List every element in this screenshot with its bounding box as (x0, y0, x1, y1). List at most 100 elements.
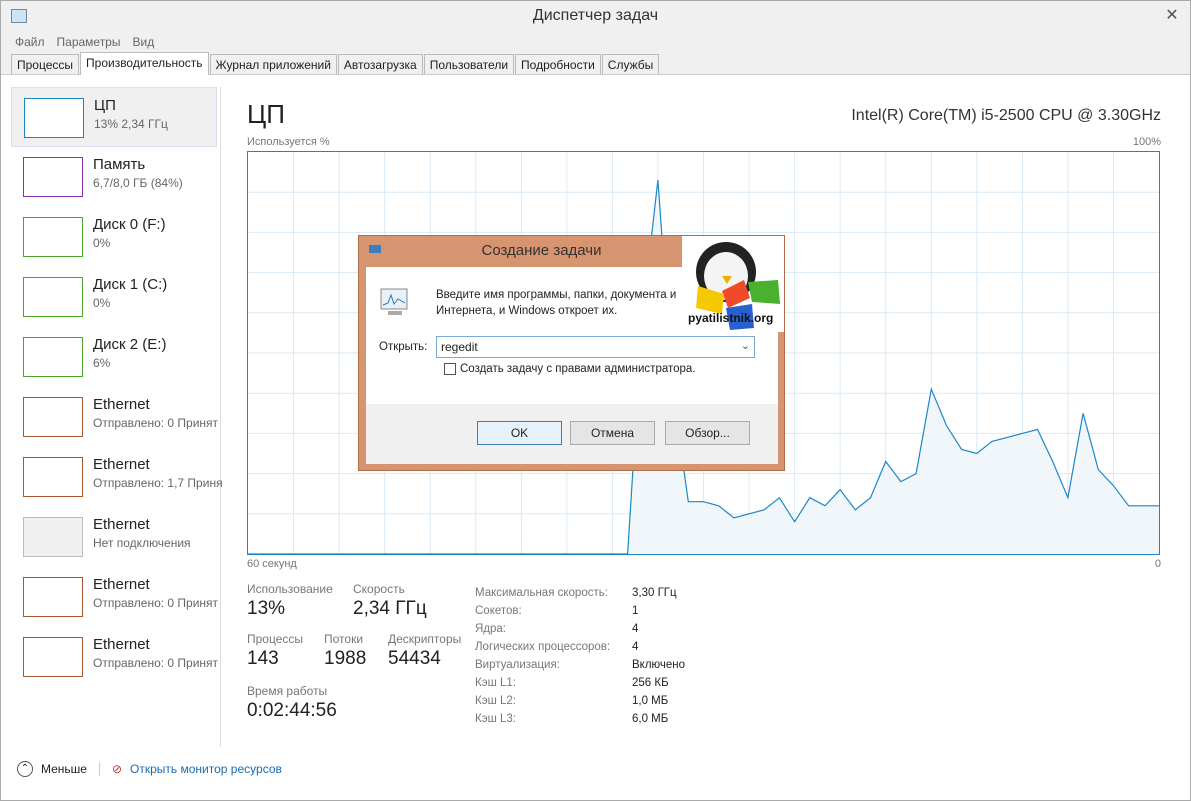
spec-value: 3,30 ГГц (632, 587, 677, 599)
spec-row: Сокетов: 1 (475, 602, 685, 620)
sidebar-item[interactable]: Ethernet Нет подключения (11, 507, 220, 567)
sidebar-item-name: Ethernet (93, 396, 150, 413)
sidebar-item[interactable]: Ethernet Отправлено: 0 Принят (11, 387, 220, 447)
spec-key: Кэш L1: (475, 677, 516, 689)
sidebar-item-name: Диск 1 (C:) (93, 276, 168, 293)
spec-row: Логических процессоров: 4 (475, 638, 685, 656)
threads-value: 1988 (324, 648, 367, 669)
menu-bar: Файл Параметры Вид (1, 33, 1190, 53)
open-combobox[interactable]: regedit ⌄ (436, 336, 755, 358)
spec-value: 256 КБ (632, 677, 669, 689)
y-axis-label: Используется % (247, 136, 330, 148)
sidebar-item-detail: 6,7/8,0 ГБ (84%) (93, 176, 183, 190)
speed-label: Скорость (353, 582, 405, 596)
spec-key: Сокетов: (475, 605, 522, 617)
sidebar-item[interactable]: Диск 1 (C:) 0% (11, 267, 220, 327)
sidebar-item-detail: Отправлено: 1,7 Приня (93, 476, 223, 490)
open-label: Открыть: (379, 341, 428, 353)
chevron-up-icon[interactable]: ⌃ (17, 761, 33, 777)
spec-key: Виртуализация: (475, 659, 560, 671)
sidebar-item-detail: 6% (93, 356, 111, 370)
specs-list: Максимальная скорость: 3,30 ГГц Сокетов: 1 Я… (475, 584, 685, 728)
sidebar-item-name: Ethernet (93, 516, 150, 533)
spec-key: Максимальная скорость: (475, 587, 608, 599)
spec-value: 1 (632, 605, 639, 617)
sidebar-item-name: Ethernet (93, 576, 150, 593)
x-right-label: 0 (1154, 558, 1161, 570)
spec-value: 4 (632, 623, 639, 635)
open-resource-monitor-link[interactable]: Открыть монитор ресурсов (130, 762, 282, 776)
title-bar: Диспетчер задач ✕ (1, 1, 1190, 33)
spec-value: Включено (632, 659, 686, 671)
tab-6[interactable]: Службы (601, 54, 660, 74)
spec-key: Ядра: (475, 623, 507, 635)
mini-graph (23, 217, 83, 257)
sidebar-item[interactable]: Диск 2 (E:) 6% (11, 327, 220, 387)
chevron-down-icon[interactable]: ⌄ (741, 339, 750, 352)
sidebar-item-detail: Отправлено: 0 Принят (93, 596, 219, 610)
dialog-text-1: Введите имя программы, папки, документа … (436, 289, 677, 301)
tab-2[interactable]: Журнал приложений (209, 54, 337, 74)
open-input[interactable]: regedit (441, 340, 478, 354)
spec-key: Логических процессоров: (475, 641, 611, 653)
cancel-button[interactable]: Отмена (570, 421, 655, 445)
window-title: Диспетчер задач (532, 7, 659, 24)
close-button[interactable]: ✕ (1162, 5, 1182, 25)
sidebar-item-name: ЦП (94, 97, 116, 114)
tab-1[interactable]: Производительность (80, 52, 209, 75)
spec-key: Кэш L3: (475, 713, 516, 725)
sidebar-item-name: Ethernet (93, 456, 150, 473)
usage-label: Использование (247, 582, 333, 596)
sidebar-item[interactable]: Память 6,7/8,0 ГБ (84%) (11, 147, 220, 207)
spec-row: Кэш L3: 6,0 МБ (475, 710, 685, 728)
tab-5[interactable]: Подробности (515, 54, 601, 74)
sidebar-item-detail: Отправлено: 0 Принят (93, 656, 219, 670)
fewer-details-button[interactable]: Меньше (41, 762, 87, 776)
sidebar-item[interactable]: Ethernet Отправлено: 1,7 Приня (11, 447, 223, 507)
footer: ⌃ Меньше ⊘ Открыть монитор ресурсов (17, 761, 282, 777)
menu-options[interactable]: Параметры (57, 33, 121, 53)
mini-graph (23, 577, 83, 617)
tab-0[interactable]: Процессы (11, 54, 80, 74)
menu-file[interactable]: Файл (15, 33, 45, 53)
sidebar-item-name: Диск 0 (F:) (93, 216, 166, 233)
spec-value: 4 (632, 641, 639, 653)
mini-graph (23, 337, 83, 377)
admin-checkbox[interactable] (444, 363, 456, 375)
watermark-logo: pyatilistnik.org (682, 236, 784, 332)
usage-value: 13% (247, 598, 286, 619)
menu-view[interactable]: Вид (132, 33, 154, 53)
spec-value: 6,0 МБ (632, 713, 669, 725)
sidebar-item-detail: Нет подключения (93, 536, 191, 550)
tab-3[interactable]: Автозагрузка (337, 54, 423, 74)
tab-bar: Процессы Производительность Журнал приложе… (1, 52, 1190, 75)
mini-graph (23, 157, 83, 197)
browse-button[interactable]: Обзор... (665, 421, 750, 445)
cpu-model: Intel(R) Core(TM) i5-2500 CPU @ 3.30GHz (851, 107, 1161, 124)
mini-graph (23, 637, 83, 677)
handles-label: Дескрипторы (388, 632, 462, 646)
tab-4[interactable]: Пользователи (423, 54, 515, 74)
ok-button[interactable]: OK (477, 421, 562, 445)
watermark-text: pyatilistnik.org (688, 311, 773, 325)
y-max-label: 100% (1132, 136, 1161, 148)
sidebar-item-detail: Отправлено: 0 Принят (93, 416, 219, 430)
sidebar-item[interactable]: Ethernet Отправлено: 0 Принят (11, 627, 220, 687)
sidebar-item[interactable]: Ethernet Отправлено: 0 Принят (11, 567, 220, 627)
sidebar-item[interactable]: ЦП 13% 2,34 ГГц (11, 87, 217, 147)
spec-row: Максимальная скорость: 3,30 ГГц (475, 584, 685, 602)
uptime-label: Время работы (247, 684, 328, 698)
admin-checkbox-label[interactable]: Создать задачу с правами администратора. (460, 363, 696, 375)
spec-row: Виртуализация: Включено (475, 656, 685, 674)
spec-value: 1,0 МБ (632, 695, 669, 707)
mini-graph (23, 517, 83, 557)
speed-value: 2,34 ГГц (353, 598, 427, 619)
spec-row: Кэш L1: 256 КБ (475, 674, 685, 692)
mini-graph (23, 277, 83, 317)
spec-row: Кэш L2: 1,0 МБ (475, 692, 685, 710)
run-program-icon (380, 288, 408, 315)
handles-value: 54434 (388, 648, 441, 669)
processes-label: Процессы (247, 632, 304, 646)
dialog-title: Создание задачи (481, 242, 602, 259)
sidebar-item[interactable]: Диск 0 (F:) 0% (11, 207, 220, 267)
